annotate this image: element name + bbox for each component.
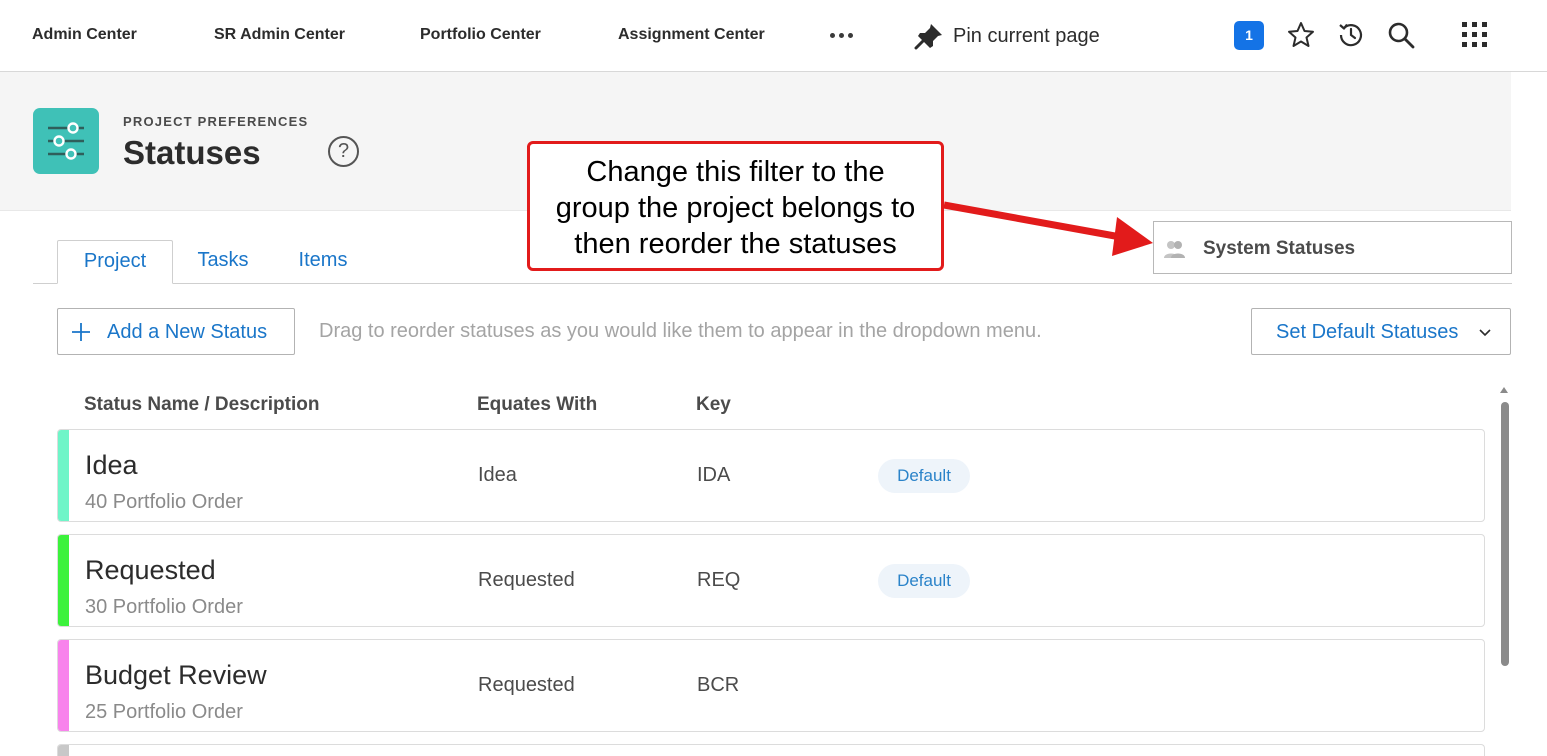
nav-link-assignment-center[interactable]: Assignment Center [618, 26, 765, 44]
status-description: 30 Portfolio Order [85, 596, 243, 618]
nav-link-admin-center[interactable]: Admin Center [32, 26, 137, 44]
top-navigation-bar: Admin Center SR Admin Center Portfolio C… [0, 0, 1547, 72]
status-description: 25 Portfolio Order [85, 701, 243, 723]
status-name: Requested [85, 555, 216, 585]
nav-link-portfolio-center[interactable]: Portfolio Center [420, 26, 541, 44]
reorder-hint: Drag to reorder statuses as you would li… [319, 320, 1042, 342]
pin-icon[interactable] [914, 22, 944, 50]
column-header-equates-with: Equates With [477, 394, 598, 415]
pin-current-page-button[interactable]: Pin current page [953, 25, 1100, 48]
status-row[interactable]: Budget Review 25 Portfolio Order Request… [57, 639, 1485, 732]
set-default-statuses-label: Set Default Statuses [1276, 321, 1459, 343]
column-header-key: Key [696, 394, 731, 415]
tab-items[interactable]: Items [289, 240, 357, 284]
sliders-icon [33, 108, 99, 174]
annotation-line: then reorder the statuses [574, 228, 897, 260]
nav-link-sr-admin-center[interactable]: SR Admin Center [214, 26, 345, 44]
column-header-status-name: Status Name / Description [84, 394, 320, 415]
status-color-stripe [58, 640, 69, 731]
scroll-up-arrow-icon[interactable] [1499, 386, 1509, 394]
scrollbar-thumb[interactable] [1501, 402, 1509, 666]
help-icon[interactable]: ? [328, 136, 359, 167]
default-badge: Default [878, 459, 970, 493]
history-icon[interactable] [1336, 20, 1366, 50]
star-icon[interactable] [1286, 20, 1316, 50]
status-color-stripe [58, 535, 69, 626]
notification-badge[interactable]: 1 [1234, 21, 1264, 50]
annotation-line: group the project belongs to [555, 192, 916, 224]
add-new-status-label: Add a New Status [107, 321, 268, 343]
status-row[interactable] [57, 744, 1485, 756]
page-title: Statuses [123, 134, 261, 171]
apps-grid-icon[interactable] [1460, 20, 1490, 50]
set-default-statuses-button[interactable]: Set Default Statuses [1251, 308, 1511, 355]
chevron-down-icon [1479, 329, 1491, 337]
annotation-line: Change this filter to the [586, 156, 885, 188]
annotation-callout: Change this filter to the group the proj… [527, 141, 944, 271]
status-row[interactable]: Requested 30 Portfolio Order Requested R… [57, 534, 1485, 627]
default-badge: Default [878, 564, 970, 598]
status-key: IDA [697, 464, 731, 486]
status-key: REQ [697, 569, 741, 591]
filter-label: System Statuses [1203, 238, 1356, 259]
more-horizontal-icon[interactable] [830, 33, 856, 39]
tab-tasks[interactable]: Tasks [187, 240, 259, 284]
add-new-status-button[interactable]: Add a New Status [57, 308, 295, 355]
status-key: BCR [697, 674, 740, 696]
status-color-stripe [58, 430, 69, 521]
tab-project[interactable]: Project [57, 240, 173, 284]
status-row[interactable]: Idea 40 Portfolio Order Idea IDA Default [57, 429, 1485, 522]
status-color-stripe [58, 745, 69, 756]
status-equates-with: Idea [478, 464, 517, 486]
status-equates-with: Requested [478, 569, 575, 591]
search-icon[interactable] [1386, 20, 1416, 50]
plus-icon [72, 323, 90, 341]
status-equates-with: Requested [478, 674, 575, 696]
status-name: Idea [85, 450, 138, 480]
page-overline: PROJECT PREFERENCES [123, 114, 309, 129]
status-description: 40 Portfolio Order [85, 491, 243, 513]
group-icon [1164, 241, 1185, 258]
status-group-filter[interactable]: System Statuses [1153, 221, 1512, 274]
status-name: Budget Review [85, 660, 267, 690]
